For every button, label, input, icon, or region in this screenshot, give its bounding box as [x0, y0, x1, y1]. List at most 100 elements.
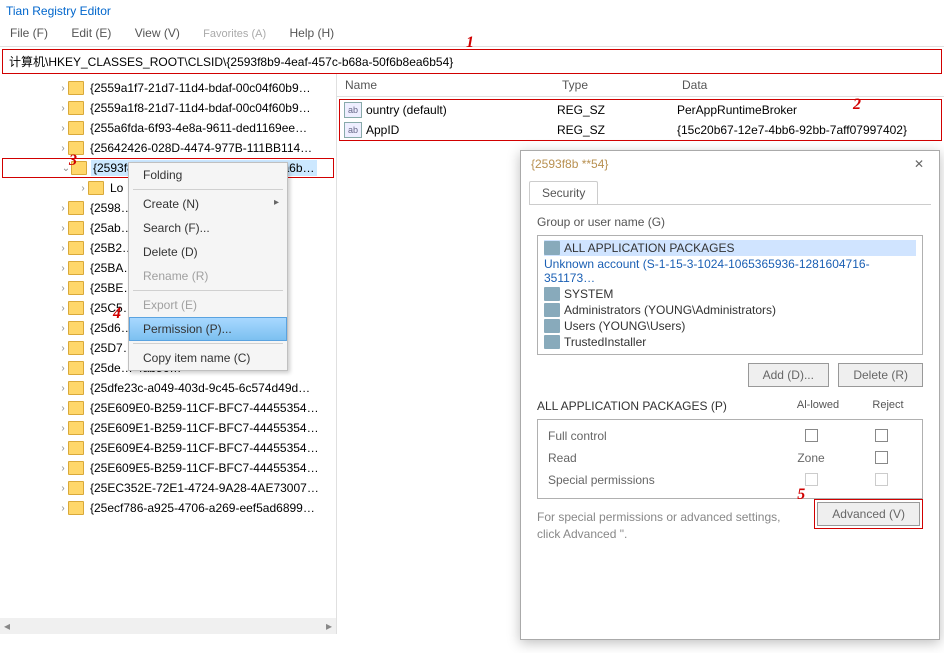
menu-help[interactable]: Help (H): [279, 22, 344, 44]
tree-item[interactable]: ›{255a6fda-6f93-4e8a-9611-ded1169ee…: [0, 118, 336, 138]
tree-item[interactable]: › {25E609E5-B259-11CF-BFC7-44455354…: [0, 458, 336, 478]
group-item[interactable]: Administrators (YOUNG\Administrators): [544, 302, 916, 318]
menu-bar: File (F) Edit (E) View (V) Favorites (A)…: [0, 22, 944, 47]
address-text: 计算机\HKEY_CLASSES_ROOT\CLSID\{2593f8b9-4e…: [9, 55, 453, 69]
value-row[interactable]: abountry (default)REG_SZPerAppRuntimeBro…: [340, 100, 941, 120]
chevron-right-icon[interactable]: ›: [58, 323, 68, 334]
chevron-right-icon[interactable]: ›: [58, 203, 68, 214]
chevron-right-icon[interactable]: ›: [58, 123, 68, 134]
add-button[interactable]: Add (D)...: [748, 363, 829, 387]
tree-item[interactable]: › {2559a1f7-21d7-11d4-bdaf-00c04f60b9…: [0, 78, 336, 98]
users-icon: [544, 319, 560, 333]
chevron-right-icon[interactable]: ›: [58, 243, 68, 254]
chevron-right-icon[interactable]: ›: [58, 463, 68, 474]
security-dialog: {2593f8b **54} ✕ Security Group or user …: [520, 150, 940, 640]
chevron-right-icon[interactable]: ›: [58, 223, 68, 234]
tree-item[interactable]: › {25642426-028D-4474-977B-111BB114…: [0, 138, 336, 158]
perm-row: ReadZone: [544, 448, 916, 470]
group-item[interactable]: Unknown account (S-1-15-3-1024-106536593…: [544, 256, 916, 286]
deny-checkbox[interactable]: [846, 451, 916, 467]
tree-label: {25E609E5-B259-11CF-BFC7-44455354…: [88, 460, 321, 476]
app-title: Tian Registry Editor: [0, 0, 944, 22]
group-item[interactable]: SYSTEM: [544, 286, 916, 302]
perm-row: Special permissions: [544, 470, 916, 492]
tree-item[interactable]: › {25dfe23c-a049-403d-9c45-6c574d49d…: [0, 378, 336, 398]
allow-checkbox[interactable]: Zone: [776, 451, 846, 467]
folder-icon: [68, 421, 84, 435]
col-data[interactable]: Data: [674, 74, 944, 96]
chevron-right-icon[interactable]: ›: [58, 143, 68, 154]
tree-scrollbar-h[interactable]: ◂▸: [0, 618, 336, 634]
value-header[interactable]: Name Type Data: [337, 74, 944, 97]
chevron-right-icon[interactable]: ›: [58, 343, 68, 354]
allow-checkbox[interactable]: [776, 473, 846, 489]
folder-icon: [68, 141, 84, 155]
folder-icon: [68, 381, 84, 395]
chevron-right-icon[interactable]: ›: [58, 483, 68, 494]
chevron-right-icon[interactable]: ⌄: [61, 163, 71, 174]
col-name[interactable]: Name: [337, 74, 554, 96]
chevron-right-icon[interactable]: ›: [58, 263, 68, 274]
allow-checkbox[interactable]: [776, 429, 846, 445]
group-item[interactable]: ALL APPLICATION PACKAGES: [544, 240, 916, 256]
ctx-folding[interactable]: Folding: [129, 163, 287, 187]
menu-edit[interactable]: Edit (E): [61, 22, 121, 44]
folder-icon: [68, 441, 84, 455]
delete-button[interactable]: Delete (R): [838, 363, 923, 387]
perm-box: Full controlReadZone Special permissions: [537, 419, 923, 499]
chevron-right-icon[interactable]: ›: [58, 103, 68, 114]
value-row[interactable]: abAppIDREG_SZ{15c20b67-12e7-4bb6-92bb-7a…: [340, 120, 941, 140]
group-item[interactable]: TrustedInstaller: [544, 334, 916, 350]
tree-label: {25dfe23c-a049-403d-9c45-6c574d49d…: [88, 380, 312, 396]
menu-file[interactable]: File (F): [0, 22, 58, 44]
chevron-right-icon[interactable]: ›: [58, 283, 68, 294]
chevron-right-icon[interactable]: ›: [58, 303, 68, 314]
tab-security[interactable]: Security: [529, 181, 598, 204]
menu-favorites[interactable]: Favorites (A): [193, 24, 276, 44]
col-type[interactable]: Type: [554, 74, 674, 96]
ctx-copy-item-name[interactable]: Copy item name (C): [129, 346, 287, 370]
chevron-right-icon[interactable]: ›: [58, 383, 68, 394]
ctx-delete[interactable]: Delete (D): [129, 240, 287, 264]
chevron-right-icon[interactable]: ›: [58, 423, 68, 434]
chevron-right-icon[interactable]: ›: [58, 403, 68, 414]
tree-label: {25ecf786-a925-4706-a269-eef5ad6899…: [88, 500, 317, 516]
ctx-create[interactable]: Create (N): [129, 192, 287, 216]
tree-item[interactable]: ›{25E609E4-B259-11CF-BFC7-44455354…: [0, 438, 336, 458]
advanced-button[interactable]: Advanced (V): [817, 502, 920, 526]
dialog-title: {2593f8b **54}: [531, 157, 608, 171]
folder-icon: [68, 461, 84, 475]
close-icon[interactable]: ✕: [909, 157, 929, 171]
ctx-permission[interactable]: Permission (P)...: [129, 317, 287, 341]
tree-label: {2559a1f7-21d7-11d4-bdaf-00c04f60b9…: [88, 80, 313, 96]
chevron-right-icon[interactable]: ›: [58, 503, 68, 514]
folder-icon: [68, 501, 84, 515]
group-item[interactable]: Users (YOUNG\Users): [544, 318, 916, 334]
tree-label: {25642426-028D-4474-977B-111BB114…: [88, 140, 314, 156]
tree-item[interactable]: › {25ecf786-a925-4706-a269-eef5ad6899…: [0, 498, 336, 518]
menu-view[interactable]: View (V): [125, 22, 190, 44]
chevron-right-icon[interactable]: ›: [78, 183, 88, 194]
tree-item[interactable]: ›{25E609E0-B259-11CF-BFC7-44455354…: [0, 398, 336, 418]
tree-item[interactable]: ›{25E609E1-B259-11CF-BFC7-44455354…: [0, 418, 336, 438]
perm-row: Full control: [544, 426, 916, 448]
folder-icon: [68, 481, 84, 495]
tree-label: {25EC352E-72E1-4724-9A28-4AE73007…: [88, 480, 321, 496]
group-label: Group or user name (G): [537, 215, 923, 229]
chevron-right-icon[interactable]: ›: [58, 443, 68, 454]
ctx-export[interactable]: Export (E): [129, 293, 287, 317]
tree-item[interactable]: ›{2559a1f8-21d7-11d4-bdaf-00c04f60b9…: [0, 98, 336, 118]
group-list[interactable]: ALL APPLICATION PACKAGESUnknown account …: [537, 235, 923, 355]
chevron-right-icon[interactable]: ›: [58, 83, 68, 94]
ctx-rename[interactable]: Rename (R): [129, 264, 287, 288]
deny-checkbox[interactable]: [846, 429, 916, 445]
value-rows-highlight: 2 abountry (default)REG_SZPerAppRuntimeB…: [339, 99, 942, 141]
deny-checkbox[interactable]: [846, 473, 916, 489]
perm-name: Special permissions: [544, 473, 776, 489]
tree-item[interactable]: › {25EC352E-72E1-4724-9A28-4AE73007…: [0, 478, 336, 498]
address-bar[interactable]: 计算机\HKEY_CLASSES_ROOT\CLSID\{2593f8b9-4e…: [2, 49, 942, 74]
folder-icon: [68, 201, 84, 215]
chevron-right-icon[interactable]: ›: [58, 363, 68, 374]
ctx-search[interactable]: Search (F)...: [129, 216, 287, 240]
context-menu: Folding Create (N) Search (F)... Delete …: [128, 162, 288, 371]
